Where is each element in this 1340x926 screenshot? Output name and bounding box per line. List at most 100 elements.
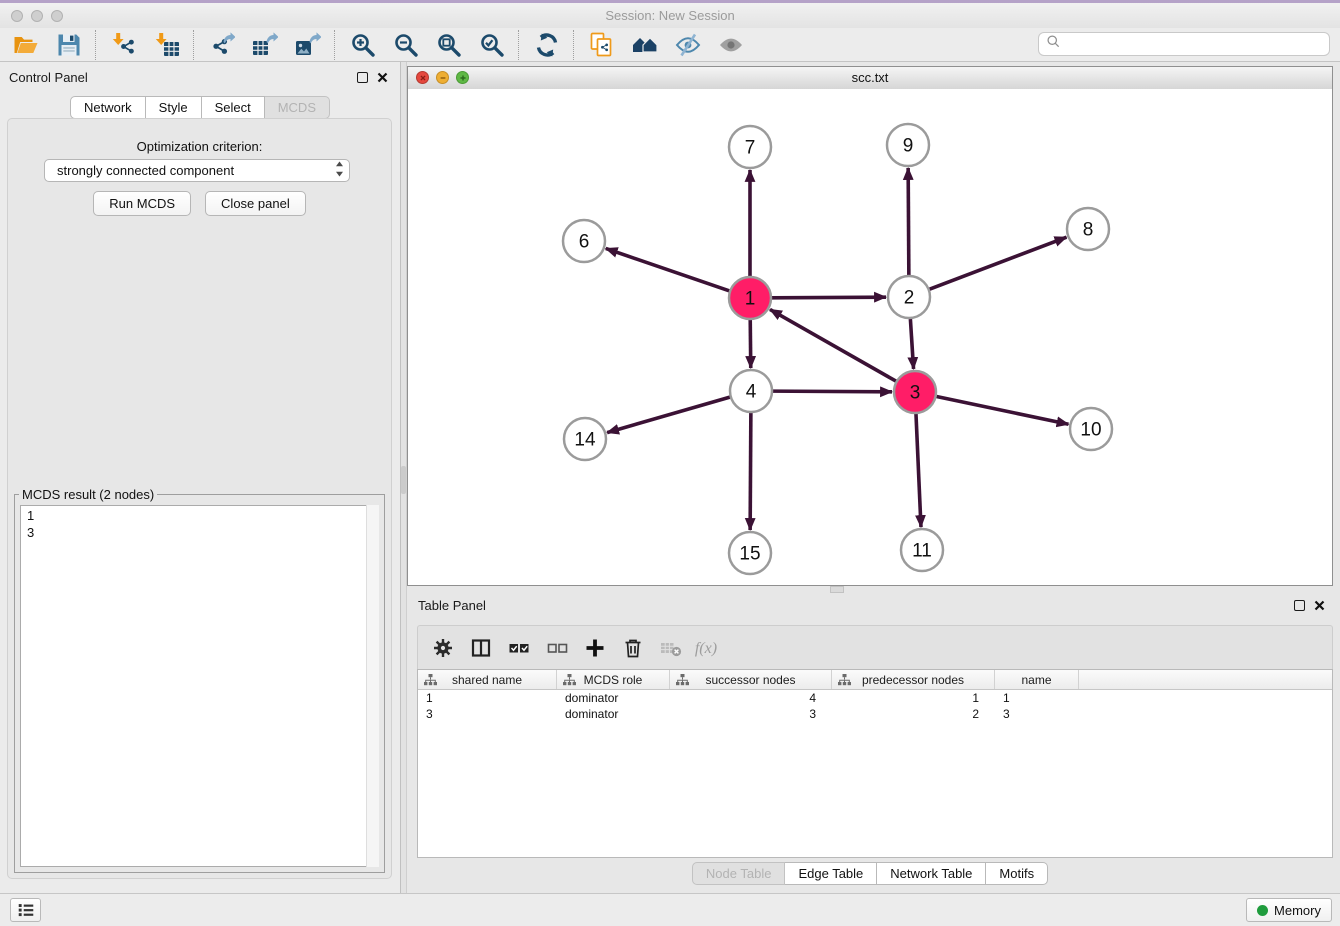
tab-network[interactable]: Network [70, 96, 146, 119]
criterion-dropdown[interactable]: strongly connected component [44, 159, 350, 182]
select-all-columns-icon[interactable] [502, 633, 536, 663]
network-window-titlebar[interactable]: scc.txt [408, 67, 1332, 90]
table-cell[interactable]: 1 [418, 691, 557, 705]
zoom-selected-icon[interactable] [470, 30, 513, 60]
graph-edge-1-4[interactable] [750, 320, 751, 368]
graph-edge-1-6[interactable] [606, 248, 729, 290]
network-graph[interactable]: 7 9 6 8 1 2 4 3 10 14 15 11 [408, 89, 1332, 585]
graph-node-6[interactable]: 6 [563, 220, 605, 262]
column-header-shared-name[interactable]: shared name [418, 670, 557, 689]
import-network-icon[interactable] [102, 30, 145, 60]
graph-edge-4-14[interactable] [607, 397, 730, 433]
float-panel-icon[interactable] [357, 72, 368, 83]
graph-node-8[interactable]: 8 [1067, 208, 1109, 250]
table-cell[interactable]: 1 [995, 691, 1079, 705]
zoom-fit-icon[interactable] [427, 30, 470, 60]
tab-style[interactable]: Style [146, 96, 202, 119]
unselect-all-columns-icon[interactable] [540, 633, 574, 663]
graph-edge-1-2[interactable] [772, 297, 886, 298]
graph-node-1[interactable]: 1 [729, 277, 771, 319]
table-cell[interactable]: 1 [832, 691, 995, 705]
save-session-icon[interactable] [47, 30, 90, 60]
zoom-out-icon[interactable] [384, 30, 427, 60]
zoom-in-icon[interactable] [341, 30, 384, 60]
close-panel-icon[interactable] [377, 72, 388, 83]
table-row[interactable]: 3dominator323 [418, 706, 1332, 722]
split-columns-icon[interactable] [464, 633, 498, 663]
graph-node-14[interactable]: 14 [564, 418, 606, 460]
mcds-result-item[interactable]: 1 [27, 507, 372, 524]
tab-mcds[interactable]: MCDS [265, 96, 330, 119]
splitter-handle[interactable] [401, 466, 406, 494]
mcds-result-list[interactable]: 13 [20, 505, 379, 867]
task-history-button[interactable] [10, 898, 41, 922]
import-table-icon[interactable] [145, 30, 188, 60]
close-table-panel-icon[interactable] [1314, 600, 1325, 611]
mcds-result-item[interactable]: 3 [27, 524, 372, 541]
graph-node-9[interactable]: 9 [887, 124, 929, 166]
graph-node-15[interactable]: 15 [729, 532, 771, 574]
graph-edge-2-8[interactable] [930, 237, 1067, 289]
column-header-name[interactable]: name [995, 670, 1079, 689]
graph-edge-2-9[interactable] [908, 168, 909, 275]
open-session-icon[interactable] [4, 30, 47, 60]
add-column-icon[interactable] [578, 633, 612, 663]
tab-network-table[interactable]: Network Table [877, 862, 986, 885]
column-header-mcds-role[interactable]: MCDS role [557, 670, 670, 689]
table-cell[interactable]: 4 [670, 691, 832, 705]
horizontal-splitter-handle[interactable] [830, 586, 844, 593]
graph-node-2[interactable]: 2 [888, 276, 930, 318]
graph-node-3[interactable]: 3 [894, 371, 936, 413]
network-canvas[interactable]: 7 9 6 8 1 2 4 3 10 14 15 11 [408, 89, 1332, 585]
minimize-button[interactable] [31, 10, 43, 22]
close-button[interactable] [11, 10, 23, 22]
memory-status-icon [1257, 905, 1268, 916]
search-box[interactable] [1038, 32, 1330, 56]
graph-node-10[interactable]: 10 [1070, 408, 1112, 450]
table-cell[interactable]: 3 [995, 707, 1079, 721]
export-network-icon[interactable] [200, 30, 243, 60]
tab-select[interactable]: Select [202, 96, 265, 119]
column-header-predecessor-nodes[interactable]: predecessor nodes [832, 670, 995, 689]
result-scrollbar[interactable] [366, 505, 379, 867]
table-cell[interactable]: 3 [418, 707, 557, 721]
table-row[interactable]: 1dominator411 [418, 690, 1332, 706]
graph-edge-3-10[interactable] [937, 397, 1069, 425]
first-neighbors-icon[interactable] [623, 30, 666, 60]
close-panel-button[interactable]: Close panel [205, 191, 306, 216]
graph-edge-3-1[interactable] [770, 309, 896, 381]
delete-columns-icon[interactable] [616, 633, 650, 663]
tab-motifs[interactable]: Motifs [986, 862, 1048, 885]
graph-edge-4-3[interactable] [773, 391, 892, 392]
svg-text:f(x): f(x) [695, 640, 717, 657]
table-cell[interactable]: dominator [557, 707, 670, 721]
gear-icon[interactable] [426, 633, 460, 663]
zoom-window-icon[interactable] [456, 71, 469, 84]
table-cell[interactable]: 2 [832, 707, 995, 721]
tab-edge-table[interactable]: Edge Table [785, 862, 877, 885]
float-table-panel-icon[interactable] [1294, 600, 1305, 611]
export-table-icon[interactable] [243, 30, 286, 60]
graph-edge-4-15[interactable] [750, 413, 751, 530]
column-header-successor-nodes[interactable]: successor nodes [670, 670, 832, 689]
graph-edge-2-3[interactable] [910, 319, 913, 369]
memory-button[interactable]: Memory [1246, 898, 1332, 922]
search-input[interactable] [1066, 36, 1329, 53]
graph-edge-3-11[interactable] [916, 414, 921, 527]
tab-node-table[interactable]: Node Table [692, 862, 786, 885]
stepper-icon [334, 159, 345, 182]
table-cell[interactable]: dominator [557, 691, 670, 705]
duplicate-network-icon[interactable] [580, 30, 623, 60]
close-window-icon[interactable] [416, 71, 429, 84]
hide-selected-icon[interactable] [666, 30, 709, 60]
minimize-window-icon[interactable] [436, 71, 449, 84]
graph-node-11[interactable]: 11 [901, 529, 943, 571]
table-cell[interactable]: 3 [670, 707, 832, 721]
svg-text:10: 10 [1080, 420, 1101, 441]
graph-node-4[interactable]: 4 [730, 370, 772, 412]
run-mcds-button[interactable]: Run MCDS [93, 191, 191, 216]
maximize-button[interactable] [51, 10, 63, 22]
refresh-icon[interactable] [525, 30, 568, 60]
export-image-icon[interactable] [286, 30, 329, 60]
graph-node-7[interactable]: 7 [729, 126, 771, 168]
